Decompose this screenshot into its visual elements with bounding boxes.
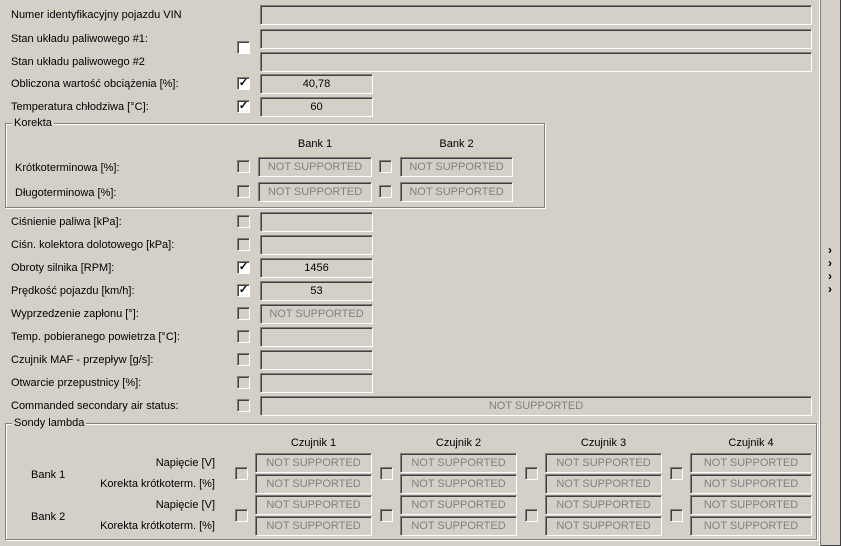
fuel-system-checkbox[interactable] [237, 41, 250, 54]
sensor-field: NOT SUPPORTED [690, 495, 812, 515]
bank-2-field: NOT SUPPORTED [400, 182, 513, 202]
sensor-field: NOT SUPPORTED [255, 474, 372, 494]
checkbox[interactable]: ✓ [237, 77, 250, 90]
row-label: Otwarcie przepustnicy [%]: [11, 377, 142, 389]
checkbox[interactable] [237, 330, 250, 343]
sensor-field: NOT SUPPORTED [400, 516, 517, 536]
checkbox[interactable] [380, 467, 393, 480]
group-title: Sondy lambda [12, 416, 87, 430]
checkbox[interactable] [525, 467, 538, 480]
sensor-field: NOT SUPPORTED [690, 516, 812, 536]
chevron-right-icon[interactable]: › [828, 256, 832, 270]
row-label: Temp. pobieranego powietrza [°C]: [11, 331, 180, 343]
bank-2-field: NOT SUPPORTED [400, 157, 513, 177]
row-label: Korekta krótkoterm. [%] [100, 520, 215, 532]
row-label: Obroty silnika [RPM]: [11, 262, 115, 274]
checkbox[interactable]: ✓ [237, 100, 250, 113]
row-label: Stan układu paliwowego #1: [11, 33, 148, 45]
checkbox[interactable] [237, 160, 250, 173]
sensor-field: NOT SUPPORTED [400, 474, 517, 494]
bank-2-header: Bank 2 [439, 138, 474, 150]
checkbox[interactable] [525, 509, 538, 522]
checkbox[interactable] [237, 215, 250, 228]
sensor-field: NOT SUPPORTED [690, 474, 812, 494]
value-field [260, 235, 373, 255]
checkbox[interactable] [237, 376, 250, 389]
row-label: Napięcie [V] [155, 499, 215, 511]
checkbox[interactable] [380, 509, 393, 522]
sensor-header: Czujnik 1 [290, 437, 337, 449]
row-label: Ciśn. kolektora dolotowego [kPa]: [11, 239, 175, 251]
checkbox[interactable] [237, 353, 250, 366]
value-field [260, 327, 373, 347]
sensor-field: NOT SUPPORTED [400, 495, 517, 515]
value-field: 40,78 [260, 74, 373, 94]
value-field [260, 29, 812, 49]
checkbox[interactable] [237, 399, 250, 412]
checkbox[interactable]: ✓ [237, 261, 250, 274]
sensor-field: NOT SUPPORTED [545, 474, 662, 494]
checkbox[interactable] [237, 185, 250, 198]
secondary-air-field: NOT SUPPORTED [260, 396, 812, 416]
row-label: Ciśnienie paliwa [kPa]: [11, 216, 122, 228]
checkbox[interactable] [237, 307, 250, 320]
row-label: Korekta krótkoterm. [%] [100, 478, 215, 490]
value-field: NOT SUPPORTED [260, 304, 373, 324]
row-label: Prędkość pojazdu [km/h]: [11, 285, 135, 297]
checkbox[interactable] [670, 467, 683, 480]
sensor-field: NOT SUPPORTED [545, 453, 662, 473]
sensor-field: NOT SUPPORTED [255, 516, 372, 536]
row-label: Temperatura chłodziwa [°C]: [11, 101, 149, 113]
chevron-right-icon[interactable]: › [828, 282, 832, 296]
bank-label: Bank 1 [31, 469, 66, 481]
sensor-field: NOT SUPPORTED [545, 516, 662, 536]
sensor-field: NOT SUPPORTED [400, 453, 517, 473]
checkbox[interactable] [379, 185, 392, 198]
checkbox[interactable] [670, 509, 683, 522]
checkbox[interactable]: ✓ [237, 284, 250, 297]
row-label: Wyprzedzenie zapłonu [°]: [11, 308, 139, 320]
chevron-right-icon[interactable]: › [828, 269, 832, 283]
value-field: 1456 [260, 258, 373, 278]
value-field [260, 52, 812, 72]
row-label: Numer identyfikacyjny pojazdu VIN [11, 9, 182, 21]
row-label: Commanded secondary air status: [11, 400, 179, 412]
sensor-header: Czujnik 2 [435, 437, 482, 449]
checkbox[interactable] [379, 160, 392, 173]
sensor-field: NOT SUPPORTED [255, 453, 372, 473]
checkbox[interactable] [235, 467, 248, 480]
value-field [260, 373, 373, 393]
bank-1-field: NOT SUPPORTED [258, 182, 372, 202]
value-field: 60 [260, 97, 373, 117]
bank-1-field: NOT SUPPORTED [258, 157, 372, 177]
row-label: Krótkoterminowa [%]: [15, 162, 120, 174]
value-field: 53 [260, 281, 373, 301]
sensor-field: NOT SUPPORTED [255, 495, 372, 515]
sensor-field: NOT SUPPORTED [545, 495, 662, 515]
value-field [260, 350, 373, 370]
value-field [260, 5, 812, 25]
row-label: Długoterminowa [%]: [15, 187, 117, 199]
value-field [260, 212, 373, 232]
bank-label: Bank 2 [31, 511, 66, 523]
row-label: Obliczona wartość obciążenia [%]: [11, 78, 179, 90]
sensor-field: NOT SUPPORTED [690, 453, 812, 473]
checkbox[interactable] [235, 509, 248, 522]
checkbox[interactable] [237, 238, 250, 251]
row-label: Stan układu paliwowego #2 [11, 56, 145, 68]
side-panel: › › › › [821, 0, 841, 546]
sensor-header: Czujnik 3 [580, 437, 627, 449]
chevron-right-icon[interactable]: › [828, 243, 832, 257]
row-label: Napięcie [V] [155, 457, 215, 469]
sensor-header: Czujnik 4 [728, 437, 774, 449]
group-title: Korekta [12, 116, 54, 130]
row-label: Czujnik MAF - przepływ [g/s]: [11, 354, 154, 366]
bank-1-header: Bank 1 [297, 138, 333, 150]
